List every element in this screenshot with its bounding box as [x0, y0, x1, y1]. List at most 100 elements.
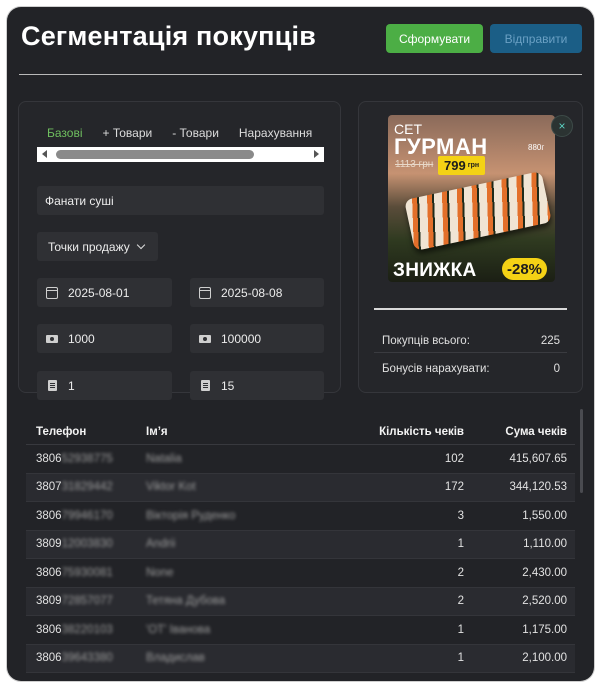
segment-name-value: Фанати суші: [45, 193, 114, 208]
cell-name: None: [146, 567, 296, 579]
phone-prefix: 3807: [36, 481, 62, 494]
customer-name: Andrii: [146, 538, 176, 551]
scroll-left-arrow-icon[interactable]: [42, 150, 47, 158]
cell-phone: 380652938775: [26, 453, 146, 465]
promo-old-price: 1113 грн: [395, 159, 434, 170]
cell-phone: 380639643380: [26, 652, 146, 664]
column-name[interactable]: Ім’я: [146, 426, 296, 438]
tab-add-products[interactable]: + Товари: [103, 126, 153, 140]
cell-name: Andrii: [146, 538, 296, 550]
phone-hidden: 39643380: [61, 652, 113, 665]
table-row[interactable]: 380972857077 Тетяна Дубова 2 2,520.00: [26, 587, 575, 616]
purchases-label: Покупців всього:: [382, 335, 470, 347]
cell-checks-sum: 2,430.00: [522, 566, 567, 579]
checks-to-value: 15: [221, 378, 235, 393]
cell-checks-count: 1: [457, 623, 464, 636]
cell-checks-sum: 1,550.00: [522, 509, 567, 522]
promo-image: СЕТ ГУРМАН 880г 1113 грн 799 грн ЗНИЖКА …: [388, 115, 555, 282]
promo-new-price: 799 грн: [438, 156, 486, 175]
date-from-input[interactable]: 2025-08-01: [37, 278, 172, 307]
cell-name: Владислав: [146, 652, 296, 664]
table-row[interactable]: 380679946170 Вікторія Руденко 3 1,550.00: [26, 502, 575, 531]
cell-checks-sum: 415,607.65: [509, 452, 567, 465]
cell-checks-sum: 1,110.00: [523, 538, 567, 551]
cell-name: Вікторія Руденко: [146, 510, 296, 522]
table-scrollbar[interactable]: [580, 409, 583, 493]
table-header: Телефон Ім’я Кількість чеків Сума чеків: [26, 419, 575, 445]
table-row[interactable]: 380652938775 Natalia 102 415,607.65: [26, 445, 575, 474]
phone-prefix: 3806: [36, 623, 62, 636]
promo-discount-label: ЗНИЖКА: [393, 260, 477, 281]
cell-checks-count: 102: [444, 452, 464, 465]
table-row[interactable]: 380675930081 None 2 2,430.00: [26, 559, 575, 588]
cell-checks-sum: 344,120.53: [509, 481, 567, 494]
scroll-thumb[interactable]: [56, 150, 254, 159]
checks-from-value: 1: [68, 378, 75, 393]
receipt-icon: [201, 380, 210, 391]
bonus-stat: Бонусів нарахувати: 0: [382, 363, 560, 375]
table-row[interactable]: 380638220103 'OT' Іванова 1 1,175.00: [26, 616, 575, 645]
cell-phone: 380972857077: [26, 595, 146, 607]
checks-from-input[interactable]: 1: [37, 371, 172, 400]
segment-name-input[interactable]: Фанати суші: [37, 186, 324, 215]
phone-hidden: 72857077: [61, 595, 113, 608]
scroll-right-arrow-icon[interactable]: [314, 150, 319, 158]
table-row[interactable]: 380639643380 Владислав 1 2,100.00: [26, 644, 575, 673]
table-row[interactable]: 380912003830 Andrii 1 1,110.00: [26, 530, 575, 559]
calendar-icon: [199, 286, 211, 299]
customer-name: Вікторія Руденко: [146, 509, 236, 522]
receipt-icon: [48, 380, 57, 391]
table-row[interactable]: 380731829442 Viktor Kot 172 344,120.53: [26, 473, 575, 502]
sum-to-input[interactable]: 100000: [190, 324, 324, 353]
bonus-value: 0: [553, 363, 560, 375]
column-checks-count[interactable]: Кількість чеків: [296, 426, 464, 438]
cell-phone: 380679946170: [26, 510, 146, 522]
filter-panel: Базові + Товари - Товари Нарахування Фан…: [18, 101, 341, 400]
phone-prefix: 3806: [36, 452, 62, 465]
tab-basic[interactable]: Базові: [47, 126, 83, 140]
sushi-image: [404, 171, 552, 251]
promo-weight: 880г: [528, 143, 545, 152]
cell-name: Natalia: [146, 453, 296, 465]
customer-name: Natalia: [146, 452, 182, 465]
tab-accruals[interactable]: Нарахування: [239, 126, 312, 140]
generate-button[interactable]: Сформувати: [386, 24, 483, 53]
cell-name: 'OT' Іванова: [146, 624, 296, 636]
phone-prefix: 3806: [36, 509, 62, 522]
stats-divider: [374, 308, 567, 310]
customer-name: Владислав: [146, 652, 205, 665]
cell-checks-count: 2: [457, 566, 464, 579]
date-to-value: 2025-08-08: [221, 285, 283, 300]
cell-checks-count: 3: [457, 509, 464, 522]
phone-hidden: 75930081: [61, 566, 113, 579]
cell-checks-count: 1: [457, 652, 464, 665]
sum-from-value: 1000: [68, 331, 95, 346]
phone-hidden: 38220103: [61, 623, 113, 636]
cell-phone: 380638220103: [26, 624, 146, 636]
cell-phone: 380731829442: [26, 481, 146, 493]
sales-points-label: Точки продажу: [48, 239, 130, 254]
promo-discount-badge: -28%: [502, 258, 548, 280]
date-to-input[interactable]: 2025-08-08: [190, 278, 324, 307]
checks-to-input[interactable]: 15: [190, 371, 324, 400]
column-checks-sum[interactable]: Сума чеків: [464, 426, 575, 438]
cell-checks-sum: 2,520.00: [522, 595, 567, 608]
sales-points-dropdown[interactable]: Точки продажу: [37, 232, 158, 261]
sum-to-value: 100000: [221, 331, 262, 346]
phone-hidden: 31829442: [61, 481, 113, 494]
cell-name: Viktor Kot: [146, 481, 296, 493]
send-button[interactable]: Відправити: [490, 24, 582, 53]
sum-from-input[interactable]: 1000: [37, 324, 172, 353]
cell-phone: 380912003830: [26, 538, 146, 550]
column-phone[interactable]: Телефон: [26, 426, 146, 438]
close-icon[interactable]: ×: [551, 115, 573, 137]
cell-checks-count: 172: [444, 481, 464, 494]
header-divider: [19, 74, 582, 75]
tab-exclude-products[interactable]: - Товари: [172, 126, 219, 140]
cell-checks-count: 1: [457, 538, 464, 551]
customer-name: 'OT' Іванова: [146, 623, 211, 636]
tabs-scrollbar[interactable]: [37, 147, 324, 162]
cell-checks-sum: 1,175.00: [522, 623, 567, 636]
cell-phone: 380675930081: [26, 567, 146, 579]
calendar-icon: [46, 286, 58, 299]
